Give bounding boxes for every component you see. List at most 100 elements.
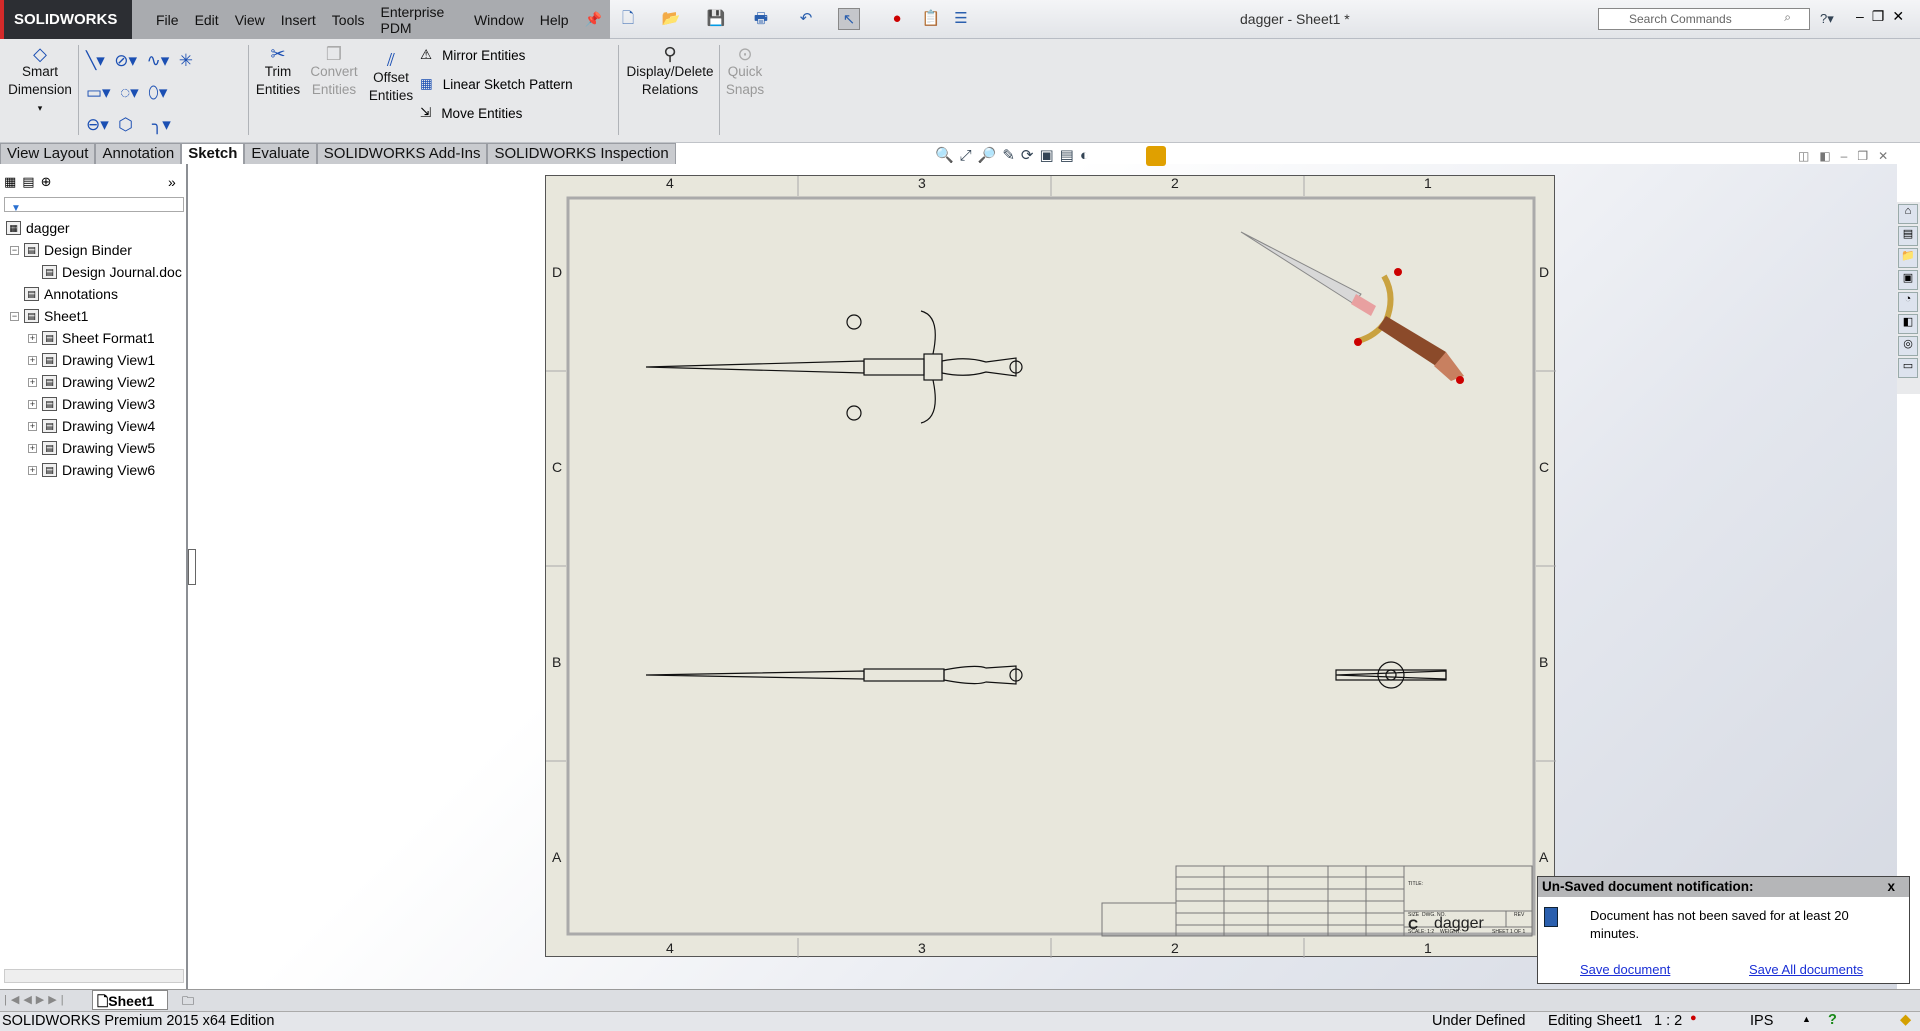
solidworks-logo[interactable]: SOLIDWORKS xyxy=(0,0,132,39)
file-properties-icon[interactable]: 📋 xyxy=(920,8,942,30)
expand-icon[interactable]: » xyxy=(168,174,176,190)
expand-toggle-icon[interactable]: + xyxy=(28,377,37,387)
expand-toggle-icon[interactable]: − xyxy=(10,311,19,321)
zone-row-label: B xyxy=(552,654,562,670)
add-sheet-icon[interactable]: 🗀 xyxy=(182,992,194,1013)
custom-properties-icon[interactable]: ◎ xyxy=(1898,336,1918,356)
drawing-sheet[interactable]: 4 3 2 1 4 3 2 1 D C B A D C B A TITLE: S… xyxy=(545,175,1556,958)
menu-help[interactable]: Help xyxy=(532,12,577,28)
help-icon[interactable]: ?▾ xyxy=(1820,11,1834,27)
tab-view-layout[interactable]: View Layout xyxy=(0,143,96,164)
move-entities-button[interactable]: ⇲ Move Entities xyxy=(420,105,522,121)
tree-item-icon: ▤ xyxy=(42,441,57,455)
slot-icon[interactable]: ⊖▾ xyxy=(86,115,109,134)
tree-item[interactable]: + ▤ Drawing View1 xyxy=(28,352,155,368)
ellipse-icon[interactable]: ⬯▾ xyxy=(148,83,167,102)
menu-edit[interactable]: Edit xyxy=(187,12,227,28)
view-palette-icon[interactable]: ◔ xyxy=(1898,292,1918,312)
quick-snaps-button[interactable]: ⊙ Quick Snaps xyxy=(724,45,766,99)
tree-item[interactable]: − ▤ Sheet1 xyxy=(10,308,88,324)
appearances-icon[interactable]: ◧ xyxy=(1898,314,1918,334)
tab-sketch[interactable]: Sketch xyxy=(181,143,245,164)
print-icon[interactable]: 🖶 xyxy=(750,8,772,30)
window-controls[interactable]: –❐✕ xyxy=(1856,8,1912,25)
sheet-scale[interactable]: 1 : 2 xyxy=(1654,1013,1682,1029)
tree-root[interactable]: ▦ dagger xyxy=(6,220,70,236)
arc-icon[interactable]: ◌▾ xyxy=(120,83,139,102)
display-delete-relations-button[interactable]: ⚲ Display/Delete Relations xyxy=(624,45,716,99)
expand-toggle-icon[interactable]: + xyxy=(28,421,37,431)
forum-icon[interactable]: ▭ xyxy=(1898,358,1918,378)
tree-item[interactable]: + ▤ Sheet Format1 xyxy=(28,330,155,346)
menu-view[interactable]: View xyxy=(227,12,273,28)
tree-item[interactable]: + ▤ Drawing View2 xyxy=(28,374,155,390)
tab-solidworks-add-ins[interactable]: SOLIDWORKS Add-Ins xyxy=(316,143,488,164)
tree-item[interactable]: + ▤ Drawing View3 xyxy=(28,396,155,412)
sketch-tools[interactable]: ╲▾ ⊘▾ ∿▾ ✳ ▭▾ ◌▾ ⬯▾ ⊖▾ ⬡ ╮▾ xyxy=(86,45,246,141)
panel-collapse-handle[interactable] xyxy=(188,549,196,585)
menu-enterprise-pdm[interactable]: Enterprise PDM xyxy=(372,4,465,36)
new-document-icon[interactable]: 🗋 xyxy=(617,8,639,30)
appearance-icon[interactable] xyxy=(1146,146,1166,166)
rectangle-icon[interactable]: ▭▾ xyxy=(86,83,111,102)
expand-toggle-icon[interactable]: + xyxy=(28,355,37,365)
linear-sketch-pattern-button[interactable]: ▦ Linear Sketch Pattern xyxy=(420,76,573,92)
unit-system[interactable]: IPS xyxy=(1750,1013,1773,1029)
search-input[interactable]: Search Commands ⌕ xyxy=(1598,8,1810,30)
spline-icon[interactable]: ∿▾ xyxy=(146,51,169,70)
menu-window[interactable]: Window xyxy=(466,12,532,28)
sheet-tab-sheet1[interactable]: 🗋Sheet1 xyxy=(92,990,168,1010)
mirror-entities-button[interactable]: ⚠ Mirror Entities xyxy=(420,47,525,63)
trim-entities-button[interactable]: ✂ Trim Entities xyxy=(254,45,302,99)
polygon-icon[interactable]: ⬡ xyxy=(118,115,133,134)
rebuild-icon[interactable]: ● xyxy=(886,8,908,30)
file-explorer-icon[interactable]: ▣ xyxy=(1898,270,1918,290)
filter-input[interactable]: ▼ xyxy=(4,197,184,214)
tree-item[interactable]: + ▤ Drawing View5 xyxy=(28,440,155,456)
viewport-controls[interactable]: ◫◧–❐✕ xyxy=(1798,149,1898,163)
undo-icon[interactable]: ↶ xyxy=(795,8,817,30)
open-icon[interactable]: 📂 xyxy=(660,8,682,30)
point-icon[interactable]: ✳ xyxy=(179,51,193,70)
menu-tools[interactable]: Tools xyxy=(324,12,373,28)
fillet-icon[interactable]: ╮▾ xyxy=(152,115,171,134)
tree-item[interactable]: ▤ Design Journal.doc xyxy=(28,264,182,280)
menu-insert[interactable]: Insert xyxy=(273,12,324,28)
tree-item[interactable]: ▤ Annotations xyxy=(10,286,118,302)
tab-annotation[interactable]: Annotation xyxy=(95,143,182,164)
sheet-nav-arrows[interactable]: |◀◀▶▶| xyxy=(4,993,68,1006)
tab-evaluate[interactable]: Evaluate xyxy=(244,143,317,164)
help-status-icon[interactable]: ? xyxy=(1828,1012,1837,1028)
unit-menu-arrow-icon[interactable]: ▲ xyxy=(1802,1014,1811,1024)
expand-toggle-icon[interactable]: + xyxy=(28,443,37,453)
expand-toggle-icon[interactable]: + xyxy=(28,333,37,343)
tree-item[interactable]: + ▤ Drawing View4 xyxy=(28,418,155,434)
options-icon[interactable]: ☰ xyxy=(950,8,972,30)
save-all-documents-link[interactable]: Save All documents xyxy=(1749,962,1863,977)
smart-dimension-button[interactable]: ◇ Smart Dimension ▾ xyxy=(6,45,74,117)
pin-icon[interactable]: 📌 xyxy=(577,11,610,28)
horizontal-scrollbar[interactable] xyxy=(4,969,184,983)
expand-toggle-icon[interactable]: + xyxy=(28,399,37,409)
home-icon[interactable]: ⌂ xyxy=(1898,204,1918,224)
menu-file[interactable]: File xyxy=(148,12,187,28)
expand-toggle-icon[interactable]: − xyxy=(10,245,19,255)
panel-tabs[interactable]: ▦▤⊕ xyxy=(4,174,57,190)
expand-toggle-icon[interactable]: + xyxy=(28,465,37,475)
tag-icon[interactable]: ◆ xyxy=(1900,1012,1911,1028)
offset-entities-button[interactable]: ⫽ Offset Entities xyxy=(366,51,416,105)
tab-solidworks-inspection[interactable]: SOLIDWORKS Inspection xyxy=(487,143,676,164)
select-icon[interactable]: ↖ xyxy=(838,8,860,30)
close-icon[interactable]: x xyxy=(1887,879,1895,894)
save-document-link[interactable]: Save document xyxy=(1580,962,1670,977)
circle-icon[interactable]: ⊘▾ xyxy=(114,51,137,70)
resources-icon[interactable]: ▤ xyxy=(1898,226,1918,246)
tree-item[interactable]: − ▤ Design Binder xyxy=(10,242,132,258)
task-pane-tabs: ⌂ ▤ 📁 ▣ ◔ ◧ ◎ ▭ xyxy=(1897,202,1920,394)
convert-entities-button[interactable]: ❒ Convert Entities xyxy=(306,45,362,99)
tree-item[interactable]: + ▤ Drawing View6 xyxy=(28,462,155,478)
save-icon[interactable]: 💾 xyxy=(705,8,727,30)
heads-up-view-toolbar[interactable]: 🔍⤢🔎✎⟳▣▤◐ xyxy=(935,146,1095,164)
line-icon[interactable]: ╲▾ xyxy=(86,51,105,70)
design-library-icon[interactable]: 📁 xyxy=(1898,248,1918,268)
